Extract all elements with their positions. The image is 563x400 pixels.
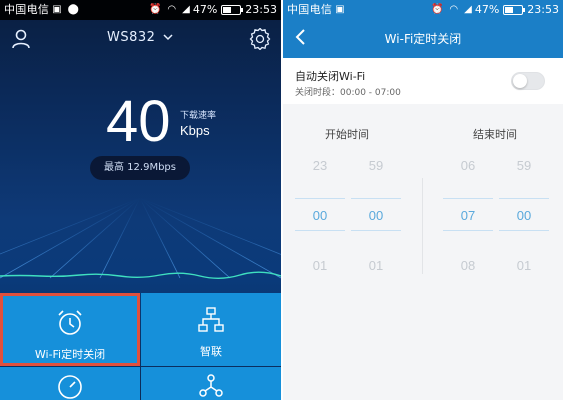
picker-selected-value: 00 [516,208,532,223]
clock: 23:53 [527,3,559,16]
selection-line [351,198,401,199]
carrier-label: 中国电信 [4,3,50,16]
auto-off-row: 自动关闭Wi-Fi 关闭时段：00:00 - 07:00 [283,58,563,104]
selection-line [499,230,549,231]
picker-value: 06 [460,158,476,173]
signal-icon: ▣ [52,4,62,15]
feature-tiles: Wi-Fi定时关闭 智联 [0,293,281,400]
battery-percent: 47% [192,3,218,16]
speed-unit: Kbps [180,123,210,138]
router-home-screen: 中国电信 ▣ ⬤ ⏰ ◠ ◢ 47% 23:53 WS832 40 下载速率 K… [0,0,281,400]
picker-value: 01 [368,258,384,273]
tile-topology[interactable] [141,367,281,400]
auto-off-period: 关闭时段：00:00 - 07:00 [295,88,401,98]
cell-signal-icon: ◢ [464,4,472,15]
alarm-clock-icon [58,310,82,335]
selection-line [295,230,345,231]
selection-line [443,198,493,199]
peak-speed-pill: 最高 12.9Mbps [90,156,190,180]
battery-percent: 47% [474,3,500,16]
top-bar: WS832 [0,20,281,60]
start-hour-picker[interactable]: 23 00 01 [295,150,345,280]
signal-icon: ▣ [335,4,345,15]
gear-icon[interactable] [249,28,271,50]
carrier-label: 中国电信 [287,3,333,16]
page-title: Wi-Fi定时关闭 [384,32,462,46]
selection-line [443,230,493,231]
battery-icon [503,5,526,15]
status-bar: 中国电信 ▣ ⬤ ⏰ ◠ ◢ 47% 23:53 [0,0,281,20]
start-minute-picker[interactable]: 59 00 01 [351,150,401,280]
speed-label: 下载速率 [180,111,217,121]
speed-display: 40 下载速率 Kbps [0,90,281,160]
speed-gauge-icon [58,375,82,399]
auto-off-toggle[interactable] [511,72,545,90]
network-topology-icon [199,374,223,397]
wifi-status-icon: ◠ [449,4,459,15]
network-selector[interactable]: WS832 [90,30,190,45]
speed-value: 40 [106,89,171,154]
picker-value: 23 [312,158,328,173]
tile-label: Wi-Fi定时关闭 [34,348,106,361]
alarm-status-icon: ⏰ [148,4,162,15]
tile-wifi-timer[interactable]: Wi-Fi定时关闭 [0,293,140,366]
picker-selected-value: 00 [312,208,328,223]
picker-value: 08 [460,258,476,273]
cell-signal-icon: ◢ [182,4,190,15]
picker-value: 59 [368,158,384,173]
tile-speed-test[interactable] [0,367,140,400]
end-hour-picker[interactable]: 06 07 08 [443,150,493,280]
clock: 23:53 [245,3,277,16]
alarm-status-icon: ⏰ [430,4,444,15]
selection-line [351,230,401,231]
network-name: WS832 [106,30,156,45]
chevron-down-icon [163,34,173,41]
user-icon[interactable] [10,28,32,50]
end-time-label: 结束时间 [473,128,517,141]
picker-selected-value: 07 [460,208,476,223]
picker-value: 01 [516,258,532,273]
network-tree-icon [198,307,224,332]
header: 中国电信 ▣ ⏰ ◠ ◢ 47% 23:53 Wi-Fi定时关闭 [283,0,563,58]
wifi-status-icon: ◠ [167,4,177,15]
picker-selected-value: 00 [368,208,384,223]
data-icon: ⬤ [67,4,79,15]
battery-icon [221,5,244,15]
status-bar: 中国电信 ▣ ⏰ ◠ ◢ 47% 23:53 [283,0,563,20]
selection-line [295,198,345,199]
picker-value: 01 [312,258,328,273]
picker-separator [422,178,423,274]
start-time-label: 开始时间 [325,128,369,141]
end-minute-picker[interactable]: 59 00 01 [499,150,549,280]
tile-smart-connect[interactable]: 智联 [141,293,281,366]
selection-line [499,198,549,199]
tile-label: 智联 [200,345,222,358]
wifi-timer-screen: 中国电信 ▣ ⏰ ◠ ◢ 47% 23:53 Wi-Fi定时关闭 自动关闭Wi-… [283,0,563,400]
picker-value: 59 [516,158,532,173]
speed-grid-graphic [0,197,281,279]
toggle-knob [513,74,527,88]
auto-off-title: 自动关闭Wi-Fi [295,70,366,83]
